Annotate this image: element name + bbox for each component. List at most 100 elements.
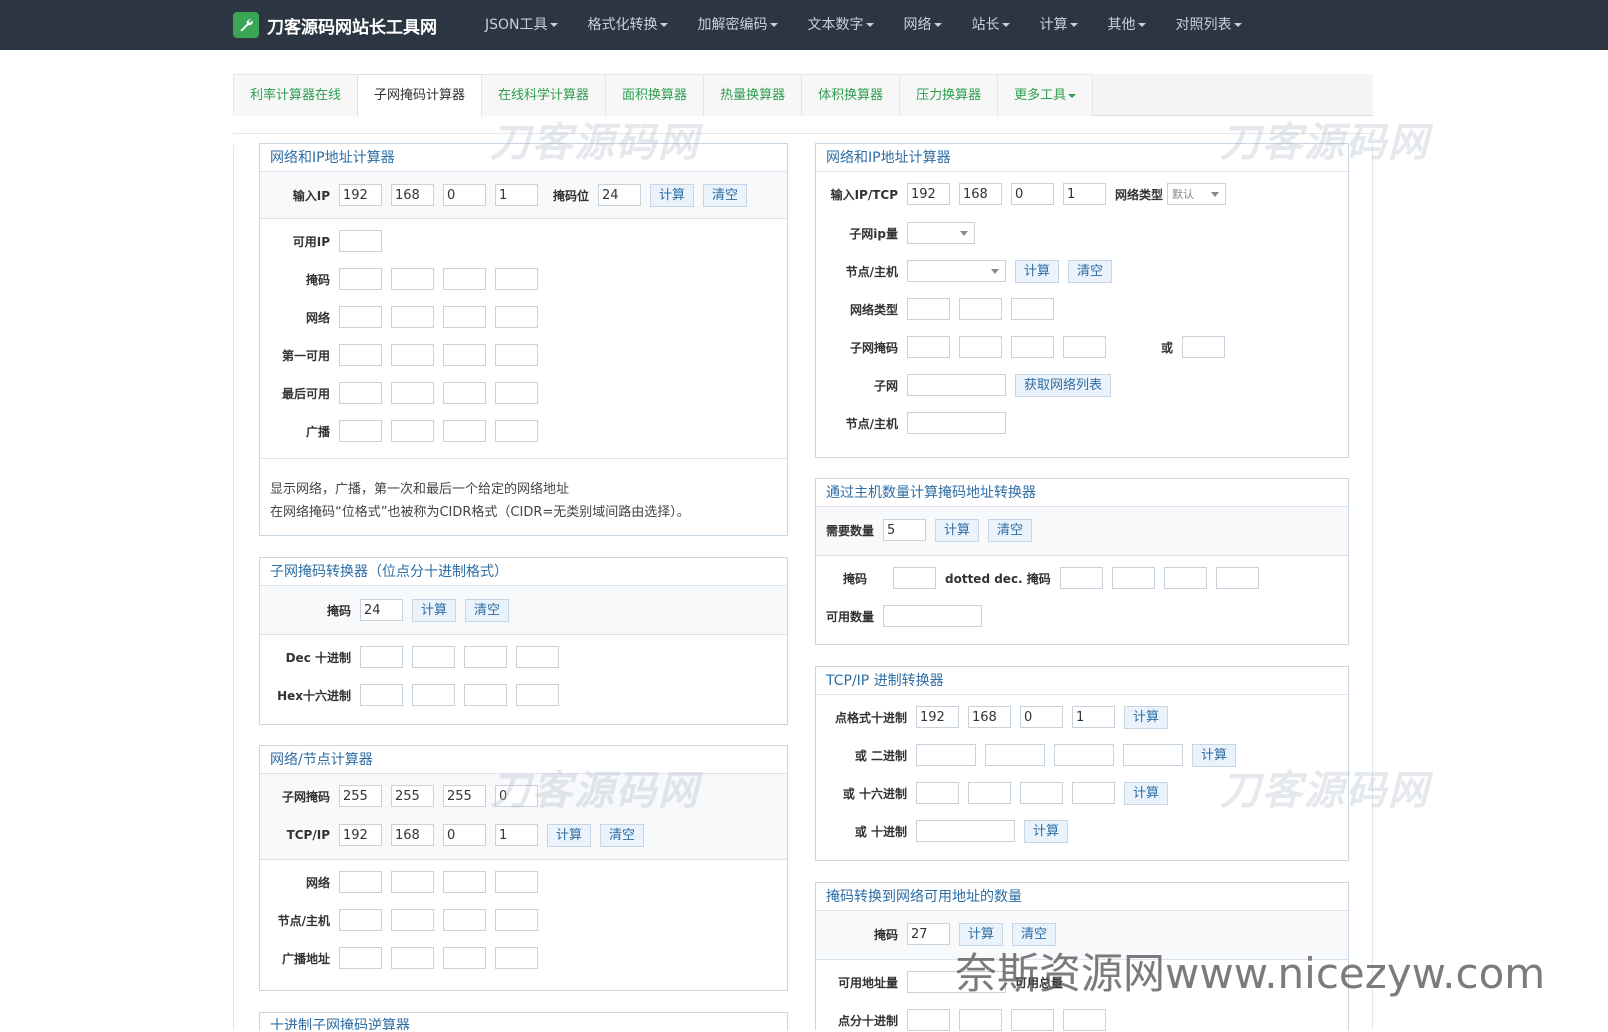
broadcast-output-4[interactable] xyxy=(495,947,538,969)
mask-bits-input[interactable] xyxy=(598,184,642,206)
subnet-mask-octet-3[interactable] xyxy=(443,785,486,807)
clear-button[interactable]: 清空 xyxy=(465,598,510,622)
tab-heat[interactable]: 热量换算器 xyxy=(703,74,803,116)
calc-button[interactable]: 计算 xyxy=(1015,259,1060,283)
subnet-mask-octet-4[interactable] xyxy=(495,785,538,807)
tab-area[interactable]: 面积换算器 xyxy=(605,74,705,116)
nav-item-webmaster[interactable]: 站长 xyxy=(957,0,1025,50)
ip-octet-2[interactable] xyxy=(391,184,434,206)
dotted-output-3[interactable] xyxy=(1011,1009,1054,1031)
network-output-1[interactable] xyxy=(339,871,382,893)
last-usable-output-2[interactable] xyxy=(391,382,434,404)
hex-output-4[interactable] xyxy=(516,684,559,706)
hex-output-3[interactable] xyxy=(464,684,507,706)
node-output-4[interactable] xyxy=(495,909,538,931)
subnet-ip-count-select[interactable] xyxy=(907,222,975,244)
broadcast-output-2[interactable] xyxy=(391,420,434,442)
calc-button[interactable]: 计算 xyxy=(547,823,592,847)
calc-decimal-button[interactable]: 计算 xyxy=(1024,819,1069,843)
broadcast-output-2[interactable] xyxy=(391,947,434,969)
nav-item-crypto[interactable]: 加解密编码 xyxy=(683,0,793,50)
hex-output-2[interactable] xyxy=(412,684,455,706)
subnet-mask-bits-output[interactable] xyxy=(1182,336,1226,358)
dotted-mask-output-2[interactable] xyxy=(1111,567,1155,589)
hex-output-4[interactable] xyxy=(1072,782,1115,804)
clear-button[interactable]: 清空 xyxy=(988,518,1033,542)
dotted-octet-3[interactable] xyxy=(1020,706,1063,728)
tab-subnet[interactable]: 子网掩码计算器 xyxy=(357,74,483,117)
node-output-1[interactable] xyxy=(339,909,382,931)
broadcast-output-3[interactable] xyxy=(443,947,486,969)
subnet-mask-output-4[interactable] xyxy=(1063,336,1106,358)
network-type-select[interactable]: 默认 xyxy=(1167,183,1227,205)
hex-output-2[interactable] xyxy=(968,782,1011,804)
binary-output-3[interactable] xyxy=(1054,744,1114,766)
calc-button[interactable]: 计算 xyxy=(650,183,695,207)
dotted-octet-4[interactable] xyxy=(1072,706,1115,728)
tcpip-octet-3[interactable] xyxy=(443,824,486,846)
nav-item-calc[interactable]: 计算 xyxy=(1025,0,1093,50)
network-output-1[interactable] xyxy=(339,306,382,328)
network-output-2[interactable] xyxy=(391,871,434,893)
node-output-2[interactable] xyxy=(391,909,434,931)
dec-output-4[interactable] xyxy=(516,646,559,668)
dotted-octet-1[interactable] xyxy=(916,706,959,728)
first-usable-output-1[interactable] xyxy=(339,344,382,366)
network-class-output-1[interactable] xyxy=(907,298,950,320)
ip-octet-2[interactable] xyxy=(959,183,1002,205)
calc-binary-button[interactable]: 计算 xyxy=(1192,743,1237,767)
binary-output-2[interactable] xyxy=(985,744,1045,766)
clear-button[interactable]: 清空 xyxy=(1068,259,1113,283)
mask-input[interactable] xyxy=(360,599,403,621)
tab-pressure[interactable]: 压力换算器 xyxy=(899,74,999,116)
first-usable-output-3[interactable] xyxy=(443,344,486,366)
node-host-select[interactable] xyxy=(907,260,1006,282)
network-class-output-3[interactable] xyxy=(1011,298,1054,320)
tcpip-octet-4[interactable] xyxy=(495,824,538,846)
mask-output-4[interactable] xyxy=(495,268,538,290)
ip-octet-1[interactable] xyxy=(339,184,382,206)
brand[interactable]: 刀客源码网站长工具网 xyxy=(233,12,437,38)
nav-item-reference[interactable]: 对照列表 xyxy=(1161,0,1257,50)
subnet-mask-output-2[interactable] xyxy=(959,336,1002,358)
first-usable-output-2[interactable] xyxy=(391,344,434,366)
decimal-output[interactable] xyxy=(916,820,1015,842)
get-network-list-button[interactable]: 获取网络列表 xyxy=(1015,373,1112,397)
last-usable-output-4[interactable] xyxy=(495,382,538,404)
broadcast-output-3[interactable] xyxy=(443,420,486,442)
first-usable-output-4[interactable] xyxy=(495,344,538,366)
dec-output-1[interactable] xyxy=(360,646,403,668)
mask-output-3[interactable] xyxy=(443,268,486,290)
dec-output-3[interactable] xyxy=(464,646,507,668)
subnet-mask-output-3[interactable] xyxy=(1011,336,1054,358)
broadcast-output-1[interactable] xyxy=(339,947,382,969)
last-usable-output-3[interactable] xyxy=(443,382,486,404)
network-output-3[interactable] xyxy=(443,871,486,893)
nav-item-format[interactable]: 格式化转换 xyxy=(573,0,683,50)
calc-button[interactable]: 计算 xyxy=(935,518,980,542)
broadcast-output-4[interactable] xyxy=(495,420,538,442)
mask-output-2[interactable] xyxy=(391,268,434,290)
subnet-mask-octet-2[interactable] xyxy=(391,785,434,807)
nav-item-other[interactable]: 其他 xyxy=(1093,0,1161,50)
hex-output-3[interactable] xyxy=(1020,782,1063,804)
available-count-output[interactable] xyxy=(883,605,983,627)
network-class-output-2[interactable] xyxy=(959,298,1002,320)
hex-output-1[interactable] xyxy=(360,684,403,706)
tab-interest[interactable]: 利率计算器在线 xyxy=(233,74,359,116)
network-output-4[interactable] xyxy=(495,871,538,893)
binary-output-4[interactable] xyxy=(1123,744,1183,766)
network-output-2[interactable] xyxy=(391,306,434,328)
last-usable-output-1[interactable] xyxy=(339,382,382,404)
hex-output-1[interactable] xyxy=(916,782,959,804)
clear-button[interactable]: 清空 xyxy=(600,823,645,847)
dec-output-2[interactable] xyxy=(412,646,455,668)
tab-more[interactable]: 更多工具 xyxy=(997,74,1094,116)
mask-input[interactable] xyxy=(907,923,950,945)
nav-item-network[interactable]: 网络 xyxy=(889,0,957,50)
network-output-3[interactable] xyxy=(443,306,486,328)
calc-dotted-button[interactable]: 计算 xyxy=(1124,705,1169,729)
ip-octet-3[interactable] xyxy=(1011,183,1054,205)
dotted-mask-output-3[interactable] xyxy=(1163,567,1207,589)
dotted-mask-output-1[interactable] xyxy=(1059,567,1103,589)
